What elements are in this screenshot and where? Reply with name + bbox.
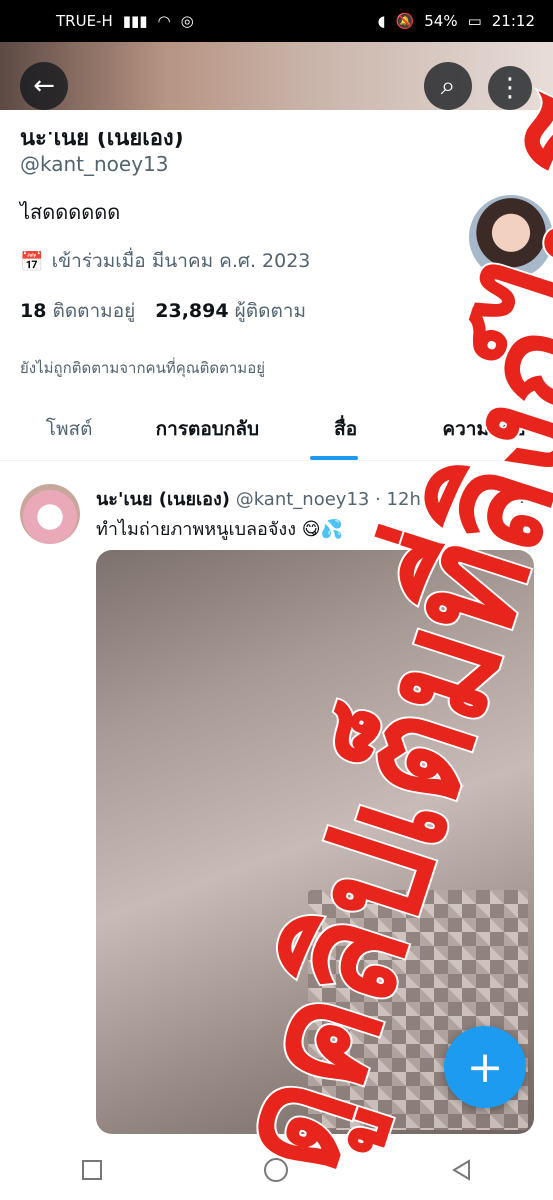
wifi-icon: ◠ — [157, 12, 171, 30]
profile-avatar[interactable] — [466, 192, 553, 282]
tweet-text: ทำไมถ่ายภาพหนูเบลอจังง 😋💦 — [96, 519, 343, 540]
tab-indicator — [310, 456, 358, 460]
mute-icon: 🔕 — [395, 12, 415, 30]
status-bar: TRUE-H ▮▮▮ ◠ ◎ ◖ 🔕 54% ▭ 21:12 — [0, 0, 553, 42]
system-nav-bar — [0, 1140, 553, 1200]
messenger-icon: ◎ — [180, 12, 194, 30]
battery-icon: ▭ — [467, 12, 482, 30]
triangle-back-icon — [451, 1159, 470, 1181]
carrier-label: TRUE-H — [56, 12, 113, 30]
tweet-time: · 12h — [375, 489, 421, 510]
followers-label: ผู้ติดตาม — [234, 300, 306, 322]
not-followed-note: ยังไม่ถูกติดตามจากคนที่คุณติดตามอยู่ — [20, 359, 265, 377]
clock: 21:12 — [491, 12, 535, 30]
square-icon — [82, 1160, 103, 1180]
tab-media[interactable]: สื่อ — [277, 400, 415, 460]
more-vertical-icon: ⋮ — [497, 73, 523, 103]
recents-button[interactable] — [72, 1150, 112, 1190]
signal-icon: ▮▮▮ — [122, 12, 148, 30]
joined-date: 📅 เข้าร่วมเมื่อ มีนาคม ค.ศ. 2023 — [20, 246, 310, 276]
headphones-icon: ◖ — [377, 12, 386, 30]
home-button[interactable] — [256, 1150, 296, 1190]
profile-bio: ไสดดดดดด — [20, 200, 121, 224]
following-count: 18 — [20, 300, 47, 322]
back-button[interactable]: ← — [20, 62, 68, 110]
tab-posts[interactable]: โพสต์ — [0, 400, 138, 460]
compose-button[interactable]: + — [444, 1026, 526, 1108]
joined-text: เข้าร่วมเมื่อ มีนาคม ค.ศ. 2023 — [51, 250, 311, 272]
battery-percent: 54% — [424, 12, 458, 30]
profile-handle: @kant_noey13 — [20, 152, 169, 176]
calendar-icon: 📅 — [20, 250, 44, 273]
follow-stats: 18 ติดตามอยู่ 23,894 ผู้ติดตาม — [20, 296, 306, 326]
tweet-avatar[interactable] — [20, 484, 80, 544]
tab-replies[interactable]: การตอบกลับ — [138, 400, 276, 460]
search-icon: ⌕ — [440, 70, 456, 101]
search-button[interactable]: ⌕ — [424, 62, 472, 110]
tweet-more-icon[interactable]: ⋮ — [512, 482, 532, 506]
profile-tabs: โพสต์ การตอบกลับ สื่อ ความชอบ — [0, 400, 553, 461]
nav-back-button[interactable] — [441, 1150, 481, 1190]
followers-count: 23,894 — [155, 300, 229, 322]
followers-link[interactable]: 23,894 ผู้ติดตาม — [155, 296, 306, 326]
following-link[interactable]: 18 ติดตามอยู่ — [20, 296, 135, 326]
tab-likes[interactable]: ความชอบ — [415, 400, 553, 460]
following-label: ติดตามอยู่ — [52, 300, 136, 322]
plus-icon: + — [466, 1041, 504, 1093]
tweet-header: นะ'เนย (เนยเอง) @kant_noey13 · 12h — [96, 484, 421, 513]
arrow-left-icon: ← — [33, 71, 55, 101]
tweet-author-handle: @kant_noey13 — [235, 489, 370, 510]
tweet-author-name[interactable]: นะ'เนย (เนยเอง) — [96, 489, 230, 510]
profile-name: นะ'เนย (เนยเอง) — [20, 126, 184, 151]
more-button[interactable]: ⋮ — [488, 66, 532, 110]
circle-icon — [264, 1158, 289, 1182]
